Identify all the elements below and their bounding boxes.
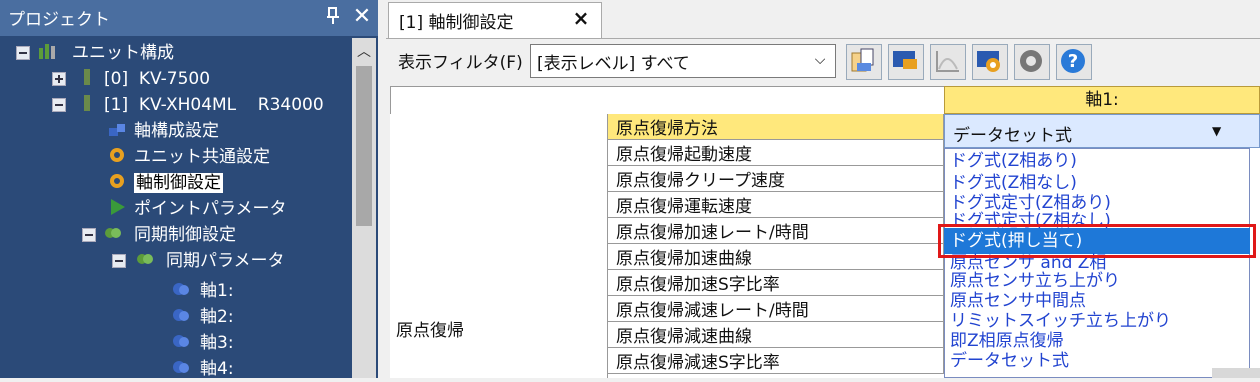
dropdown-option[interactable]: リミットスイッチ立ち上がり — [950, 310, 1171, 332]
filter-label: 表示フィルタ(F) — [398, 53, 523, 73]
dropdown-option[interactable]: 即Z相原点復帰 — [950, 330, 1064, 352]
sync-param-icon — [137, 254, 153, 264]
close-icon[interactable]: ✕ — [350, 4, 374, 30]
tree-item-axis4[interactable]: 軸4: — [200, 356, 234, 382]
graph-icon[interactable] — [930, 44, 966, 80]
param-row[interactable]: 原点復帰減速曲線 — [608, 322, 944, 348]
param-row[interactable]: 原点復帰減速レート/時間 — [608, 296, 944, 322]
tree-item-axis3[interactable]: 軸3: — [200, 330, 234, 356]
svg-text:?: ? — [1068, 51, 1078, 72]
flag-icon — [111, 199, 125, 215]
filter-value: [表示レベル] すべて — [537, 54, 690, 74]
monitor-icon[interactable] — [888, 44, 924, 80]
param-row[interactable]: 原点復帰起動速度 — [608, 140, 944, 166]
param-row[interactable]: 原点復帰加速S字比率 — [608, 270, 944, 296]
gear-icon — [110, 148, 124, 162]
axis-icon — [173, 361, 189, 373]
dropdown-option[interactable]: 原点センサ中間点 — [950, 290, 1086, 312]
param-row[interactable]: 原点復帰減速S字比率 — [608, 348, 944, 374]
tree-item-sync-control[interactable]: 同期制御設定 — [134, 222, 236, 248]
tree-item-unit-common[interactable]: ユニット共通設定 — [134, 144, 270, 170]
scroll-thumb[interactable] — [356, 66, 372, 226]
tree-item-kvxh04ml[interactable]: [1] KV-XH04ML R34000 — [104, 92, 324, 118]
filter-select[interactable]: [表示レベル] すべて — [530, 44, 836, 78]
collapse-toggle[interactable] — [16, 46, 30, 60]
axis-icon — [173, 309, 189, 321]
param-row[interactable]: 原点復帰加速曲線 — [608, 244, 944, 270]
gear-icon[interactable] — [1014, 44, 1050, 80]
chevron-down-icon[interactable]: ⌵ — [810, 52, 830, 72]
axis1-column-header: 軸1: — [944, 86, 1260, 114]
dropdown-option[interactable]: ドグ式(Z相あり) — [950, 150, 1077, 172]
dropdown-option[interactable]: ドグ式(Z相なし) — [950, 172, 1077, 194]
dropdown-option[interactable]: データセット式 — [950, 350, 1069, 372]
collapse-toggle[interactable] — [52, 98, 66, 112]
tree-item-unit-config[interactable]: ユニット構成 — [72, 40, 174, 66]
pin-icon[interactable] — [322, 6, 344, 28]
sync-icon — [105, 228, 121, 238]
param-row[interactable]: 原点復帰方法 — [608, 114, 944, 140]
expand-toggle[interactable] — [52, 72, 66, 86]
tree-item-point-param[interactable]: ポイントパラメータ — [134, 196, 287, 222]
axis-icon — [173, 283, 189, 295]
tree-item-kv7500[interactable]: [0] KV-7500 — [104, 66, 210, 92]
axis-icon — [173, 335, 189, 347]
tab-label: [1] 軸制御設定 — [399, 13, 514, 33]
param-row[interactable]: 原点復帰加速レート/時間 — [608, 218, 944, 244]
tree-item-axis-control[interactable]: 軸制御設定 — [134, 170, 223, 196]
gear-icon — [110, 174, 124, 188]
dropdown-arrow-icon[interactable]: ▼ — [1212, 124, 1230, 142]
param-row[interactable]: 原点復帰クリープ速度 — [608, 166, 944, 192]
import-icon[interactable] — [846, 44, 882, 80]
param-row[interactable]: 原点復帰運転速度 — [608, 192, 944, 218]
dropdown-option[interactable]: 原点センサ立ち上がり — [950, 270, 1120, 292]
tree-item-axis2[interactable]: 軸2: — [200, 304, 234, 330]
help-icon[interactable]: ? — [1056, 44, 1092, 80]
tree-item-axis-config[interactable]: 軸構成設定 — [134, 118, 219, 144]
collapse-toggle[interactable] — [112, 254, 126, 268]
tree-item-axis-control-label: 軸制御設定 — [134, 173, 223, 193]
group-label: 原点復帰 — [396, 321, 464, 341]
home-method-value: データセット式 — [953, 126, 1072, 146]
tab-close-icon[interactable]: × — [568, 6, 594, 32]
grid-scrollbar[interactable] — [1212, 368, 1260, 378]
tree-item-sync-param[interactable]: 同期パラメータ — [166, 248, 285, 274]
motion-unit-icon — [84, 95, 90, 111]
axis-config-icon — [109, 124, 125, 136]
tree-item-axis1[interactable]: 軸1: — [200, 278, 234, 304]
cpu-unit-icon — [84, 69, 90, 85]
scroll-up-icon[interactable]: ︿ — [352, 40, 376, 64]
highlight-annotation-box — [938, 224, 1256, 258]
unit-config-icon — [39, 44, 55, 59]
settings-window-icon[interactable] — [972, 44, 1008, 80]
collapse-toggle[interactable] — [82, 228, 96, 242]
